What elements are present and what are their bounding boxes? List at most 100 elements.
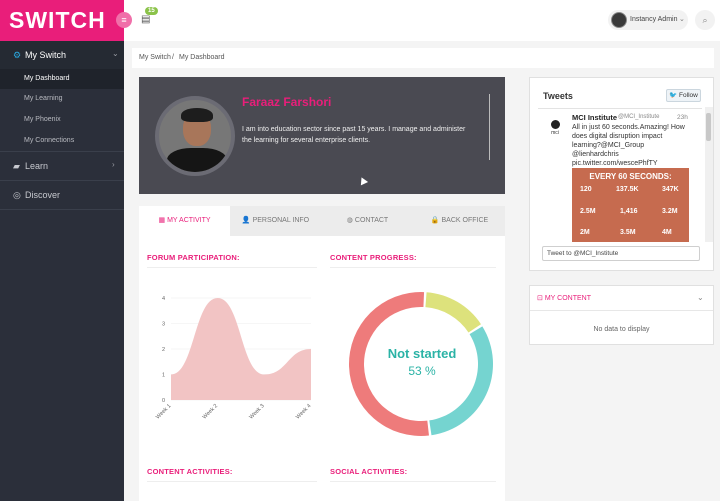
sidebar-item-my-connections[interactable]: My Connections bbox=[0, 131, 124, 151]
profile-card: Faraaz Farshori I am into education sect… bbox=[139, 77, 505, 194]
tweet-time[interactable]: 23h bbox=[677, 114, 688, 121]
forum-participation-title: FORUM PARTICIPATION: bbox=[147, 253, 240, 262]
social-activities-title: SOCIAL ACTIVITIES: bbox=[330, 467, 408, 476]
search-icon[interactable]: ⌕ bbox=[695, 10, 715, 30]
user-name: Instancy Admin bbox=[630, 16, 678, 23]
tab-label: CONTACT bbox=[354, 217, 389, 224]
dashboard-icon: ⚙ bbox=[13, 50, 22, 60]
tweet-image-stat: 3.2M bbox=[662, 208, 678, 215]
divider bbox=[489, 94, 490, 160]
breadcrumb-item: My Dashboard bbox=[179, 54, 225, 61]
tab-back-office[interactable]: 🔒 BACK OFFICE bbox=[414, 206, 505, 236]
tab-label: BACK OFFICE bbox=[441, 217, 489, 224]
mouse-cursor-icon bbox=[357, 175, 369, 186]
sidebar-item-my-dashboard[interactable]: My Dashboard bbox=[0, 69, 124, 89]
sidebar: ⚙ My Switch ⌄ My Dashboard My Learning M… bbox=[0, 41, 124, 501]
chevron-down-icon: ⌄ bbox=[112, 49, 119, 58]
twitter-icon: 🐦 bbox=[669, 92, 678, 99]
empty-state: No data to display bbox=[593, 326, 650, 333]
profile-tabs: ▦ MY ACTIVITY 👤 PERSONAL INFO ◍ CONTACT 🔒 BA… bbox=[139, 206, 505, 236]
progress-status-label: Not started bbox=[388, 346, 457, 361]
tweets-scrollbar[interactable] bbox=[705, 107, 713, 242]
app-logo[interactable]: SWITCH bbox=[0, 0, 124, 41]
divider bbox=[330, 267, 496, 268]
tab-personal-info[interactable]: 👤 PERSONAL INFO bbox=[230, 206, 321, 236]
book-icon: ▰ bbox=[13, 161, 20, 171]
tweet-avatar[interactable]: mci bbox=[544, 115, 566, 137]
top-header: SWITCH ≡ ▤ 15 Instancy Admin ⌄ ⌕ bbox=[0, 0, 720, 41]
divider bbox=[0, 209, 124, 210]
donut-slice[interactable] bbox=[429, 326, 493, 436]
x-tick-label: Week 2 bbox=[202, 403, 219, 420]
follow-button[interactable]: 🐦 Follow bbox=[666, 89, 701, 102]
activity-panel: FORUM PARTICIPATION: CONTENT PROGRESS: 0… bbox=[139, 236, 505, 501]
profile-photo bbox=[155, 96, 235, 176]
tweet-image[interactable]: EVERY 60 SECONDS: 120 137.5K 347K 2.5M 1… bbox=[572, 168, 689, 242]
sidebar-item-learn[interactable]: ▰ Learn › bbox=[0, 152, 124, 180]
tweet-author[interactable]: MCI Institute bbox=[572, 113, 617, 122]
y-tick-label: 1 bbox=[162, 373, 165, 379]
content-progress-title: CONTENT PROGRESS: bbox=[330, 253, 417, 262]
chevron-right-icon: › bbox=[112, 160, 115, 169]
follow-label: Follow bbox=[679, 92, 698, 99]
tasks-badge: 15 bbox=[145, 7, 158, 15]
my-content-label: MY CONTENT bbox=[544, 295, 591, 302]
y-tick-label: 2 bbox=[162, 347, 165, 353]
tab-label: PERSONAL INFO bbox=[252, 217, 310, 224]
tab-contact[interactable]: ◍ CONTACT bbox=[322, 206, 413, 236]
sidebar-item-discover[interactable]: ◎ Discover bbox=[0, 181, 124, 209]
tweets-title: Tweets bbox=[543, 91, 573, 101]
tweet-image-stat: 1,416 bbox=[620, 208, 638, 215]
y-tick-label: 4 bbox=[162, 296, 165, 302]
y-tick-label: 3 bbox=[162, 322, 165, 328]
tweet-to-input[interactable]: Tweet to @MCI_Institute bbox=[542, 246, 700, 261]
x-tick-label: Week 3 bbox=[248, 403, 265, 420]
tweet-image-title: EVERY 60 SECONDS: bbox=[589, 172, 672, 181]
user-menu[interactable]: Instancy Admin ⌄ bbox=[608, 10, 688, 30]
sidebar-item-label: Learn bbox=[25, 161, 49, 171]
divider bbox=[538, 108, 702, 109]
chevron-down-icon[interactable]: ⌄ bbox=[697, 293, 704, 302]
tweet-image-stat: 4M bbox=[662, 229, 672, 236]
sidebar-item-my-switch[interactable]: ⚙ My Switch ⌄ bbox=[0, 41, 124, 69]
breadcrumb-item[interactable]: My Switch bbox=[139, 54, 171, 61]
y-tick-label: 0 bbox=[162, 398, 165, 404]
content-activities-title: CONTENT ACTIVITIES: bbox=[147, 467, 233, 476]
divider bbox=[147, 481, 317, 482]
breadcrumb: My Switch / My Dashboard bbox=[132, 48, 714, 68]
donut-slice[interactable] bbox=[425, 292, 481, 333]
tweet-image-stat: 120 bbox=[580, 186, 592, 193]
tweet-image-stat: 137.5K bbox=[616, 186, 639, 193]
tweets-widget: Tweets 🐦 Follow mci MCI Institute @MCI_I… bbox=[529, 77, 714, 271]
sidebar-item-my-learning[interactable]: My Learning bbox=[0, 89, 124, 109]
tweet-image-stat: 347K bbox=[662, 186, 679, 193]
sidebar-item-my-phoenix[interactable]: My Phoenix bbox=[0, 110, 124, 130]
profile-name: Faraaz Farshori bbox=[242, 95, 332, 109]
hamburger-icon[interactable]: ≡ bbox=[116, 12, 132, 28]
compass-icon: ◎ bbox=[13, 190, 21, 200]
my-content-widget: ⊡ MY CONTENT ⌄ No data to display bbox=[529, 285, 714, 345]
progress-percent-label: 53 % bbox=[408, 364, 436, 378]
tweet-image-stat: 2M bbox=[580, 229, 590, 236]
divider bbox=[530, 310, 713, 311]
tweet-image-stat: 3.5M bbox=[620, 229, 636, 236]
avatar-text: mci bbox=[551, 130, 559, 136]
tweet-text: All in just 60 seconds.Amazing! How does… bbox=[572, 124, 685, 167]
tab-my-activity[interactable]: ▦ MY ACTIVITY bbox=[139, 206, 230, 236]
divider bbox=[330, 481, 496, 482]
tasks-icon[interactable]: ▤ bbox=[141, 14, 150, 25]
forum-participation-chart: 0 1 2 3 4 Week 1 Week 2 Week 3 Week 4 bbox=[155, 296, 312, 421]
profile-bio: I am into education sector since past 15… bbox=[242, 126, 466, 144]
sidebar-item-label: Discover bbox=[25, 190, 61, 200]
avatar bbox=[611, 12, 627, 28]
tweet-image-stat: 2.5M bbox=[580, 208, 596, 215]
my-content-title[interactable]: ⊡ MY CONTENT bbox=[537, 294, 591, 302]
breadcrumb-separator: / bbox=[172, 54, 174, 61]
globe-icon: ◍ bbox=[346, 217, 353, 224]
content-progress-chart: Not started 53 % bbox=[348, 292, 493, 436]
x-tick-label: Week 4 bbox=[295, 403, 312, 420]
user-icon: 👤 bbox=[241, 217, 251, 224]
tweet-handle[interactable]: @MCI_Institute bbox=[618, 114, 659, 120]
tab-label: MY ACTIVITY bbox=[167, 217, 211, 224]
sidebar-item-label: My Switch bbox=[25, 50, 67, 60]
